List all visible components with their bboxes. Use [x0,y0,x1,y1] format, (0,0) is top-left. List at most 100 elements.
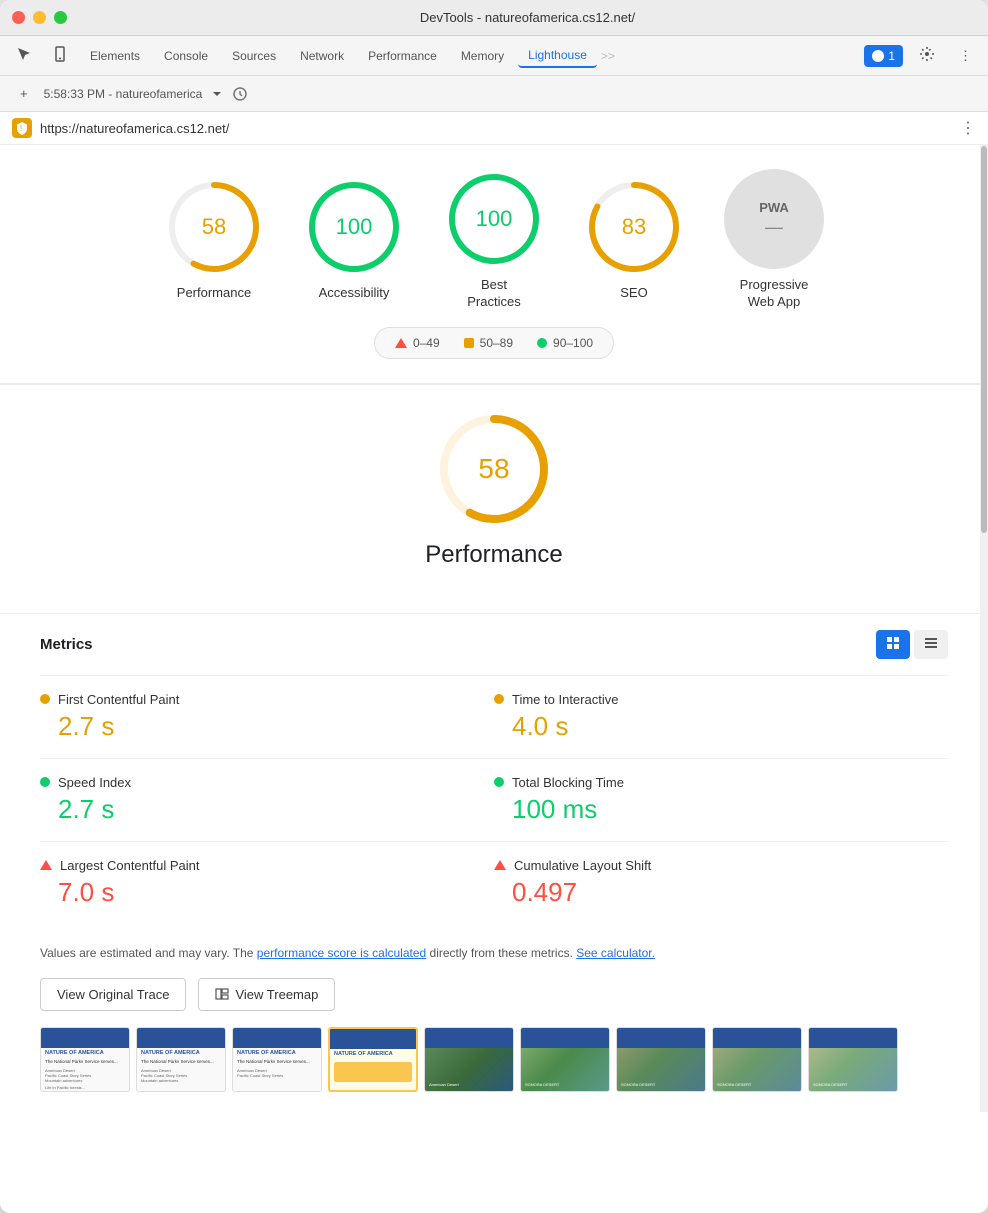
filmstrip-row: NATURE OF AMERICA The National Parks Ser… [40,1027,948,1092]
pwa-dash: — [765,217,783,238]
close-button[interactable] [12,11,25,24]
best-practices-label: BestPractices [467,277,520,311]
score-seo[interactable]: 83 SEO [584,177,684,302]
metric-lcp: Largest Contentful Paint 7.0 s [40,841,494,924]
tab-lighthouse[interactable]: Lighthouse [518,44,597,68]
best-practices-circle: 100 [444,169,544,269]
main-content: 58 Performance 100 Accessibility [0,145,988,1112]
fcp-label: First Contentful Paint [58,692,179,707]
legend-fail-label: 0–49 [413,336,440,350]
view-treemap-button[interactable]: View Treemap [198,978,335,1011]
more-tabs-icon[interactable]: >> [601,49,615,63]
pwa-circle: PWA — [724,169,824,269]
maximize-button[interactable] [54,11,67,24]
performance-circle: 58 [164,177,264,277]
perf-score-calc-link[interactable]: performance score is calculated [257,946,426,960]
more-options-button[interactable]: ⋮ [951,44,980,68]
tab-memory[interactable]: Memory [451,45,514,67]
legend-average-label: 50–89 [480,336,513,350]
film-frame-3: NATURE OF AMERICA The National Parks Ser… [232,1027,322,1092]
legend-dot-icon [537,338,547,348]
scores-section: 58 Performance 100 Accessibility [0,145,988,384]
lcp-label: Largest Contentful Paint [60,858,199,873]
tab-network[interactable]: Network [290,45,354,67]
film-frame-1: NATURE OF AMERICA The National Parks Ser… [40,1027,130,1092]
tab-sources[interactable]: Sources [222,45,286,67]
metric-si: Speed Index 2.7 s [40,758,494,841]
security-warning-icon: ! [12,118,32,138]
footer-disclaimer: Values are estimated and may vary. The p… [0,944,988,978]
tbt-value: 100 ms [494,794,948,825]
session-bar: + 5:58:33 PM - natureofamerica [0,76,988,112]
filmstrip: NATURE OF AMERICA The National Parks Ser… [0,1027,988,1112]
minimize-button[interactable] [33,11,46,24]
settings-button[interactable] [911,42,943,69]
legend-pass: 90–100 [537,336,593,350]
accessibility-score: 100 [336,214,373,240]
score-accessibility[interactable]: 100 Accessibility [304,177,404,302]
view-trace-button[interactable]: View Original Trace [40,978,186,1011]
device-tool[interactable] [44,42,76,69]
action-buttons: View Original Trace View Treemap [0,978,988,1027]
performance-label: Performance [177,285,251,302]
window-title: DevTools - natureofamerica.cs12.net/ [79,10,976,25]
fcp-value: 2.7 s [40,711,454,742]
cls-label: Cumulative Layout Shift [514,858,651,873]
legend-average: 50–89 [464,336,513,350]
cls-indicator [494,860,506,870]
legend-triangle-icon [395,338,407,348]
cursor-tool[interactable] [8,42,40,69]
tab-performance[interactable]: Performance [358,45,447,67]
scrollbar[interactable] [980,145,988,1112]
tab-console[interactable]: Console [154,45,218,67]
accessibility-circle: 100 [304,177,404,277]
view-toggle-buttons [876,630,948,659]
film-frame-2: NATURE OF AMERICA The National Parks Ser… [136,1027,226,1092]
clock-icon [232,86,248,102]
si-indicator [40,777,50,787]
list-view-button[interactable] [914,630,948,659]
legend-square-icon [464,338,474,348]
performance-title: Performance [425,541,562,569]
notification-button[interactable]: 1 [864,45,903,67]
perf-score-circle: 58 [434,409,554,529]
film-frame-4: NATURE OF AMERICA [328,1027,418,1092]
film-frame-9: SONORA DESERT [808,1027,898,1092]
score-pwa[interactable]: PWA — ProgressiveWeb App [724,169,824,311]
metric-fcp: First Contentful Paint 2.7 s [40,675,494,758]
legend-fail: 0–49 [395,336,440,350]
score-performance[interactable]: 58 Performance [164,177,264,302]
devtools-toolbar: Elements Console Sources Network Perform… [0,36,988,76]
lcp-value: 7.0 s [40,877,454,908]
film-frame-7: SONORA DESERT [616,1027,706,1092]
metrics-title: Metrics [40,636,93,653]
scores-row: 58 Performance 100 Accessibility [164,169,824,311]
metric-tti: Time to Interactive 4.0 s [494,675,948,758]
accessibility-label: Accessibility [319,285,390,302]
new-tab-button[interactable]: + [12,82,36,105]
best-practices-score: 100 [476,206,513,232]
url-bar: ! https://natureofamerica.cs12.net/ ⋮ [0,112,988,145]
tbt-label: Total Blocking Time [512,775,624,790]
grid-view-button[interactable] [876,630,910,659]
metrics-header: Metrics [40,614,948,659]
score-legend: 0–49 50–89 90–100 [374,327,614,359]
traffic-lights [12,11,67,24]
tab-elements[interactable]: Elements [80,45,150,67]
session-time: 5:58:33 PM - natureofamerica [44,87,203,101]
svg-text:!: ! [20,124,22,133]
lcp-indicator [40,860,52,870]
calculator-link[interactable]: See calculator. [576,946,655,960]
tbt-indicator [494,777,504,787]
dropdown-icon[interactable] [210,87,224,101]
tti-value: 4.0 s [494,711,948,742]
scrollbar-thumb[interactable] [981,146,987,533]
score-best-practices[interactable]: 100 BestPractices [444,169,544,311]
url-more-button[interactable]: ⋮ [960,118,976,138]
titlebar: DevTools - natureofamerica.cs12.net/ [0,0,988,36]
pwa-label: PWA [759,200,789,215]
metrics-grid: First Contentful Paint 2.7 s Time to Int… [40,675,948,924]
tti-label: Time to Interactive [512,692,618,707]
url-display: https://natureofamerica.cs12.net/ [40,121,960,136]
performance-score: 58 [202,214,226,240]
